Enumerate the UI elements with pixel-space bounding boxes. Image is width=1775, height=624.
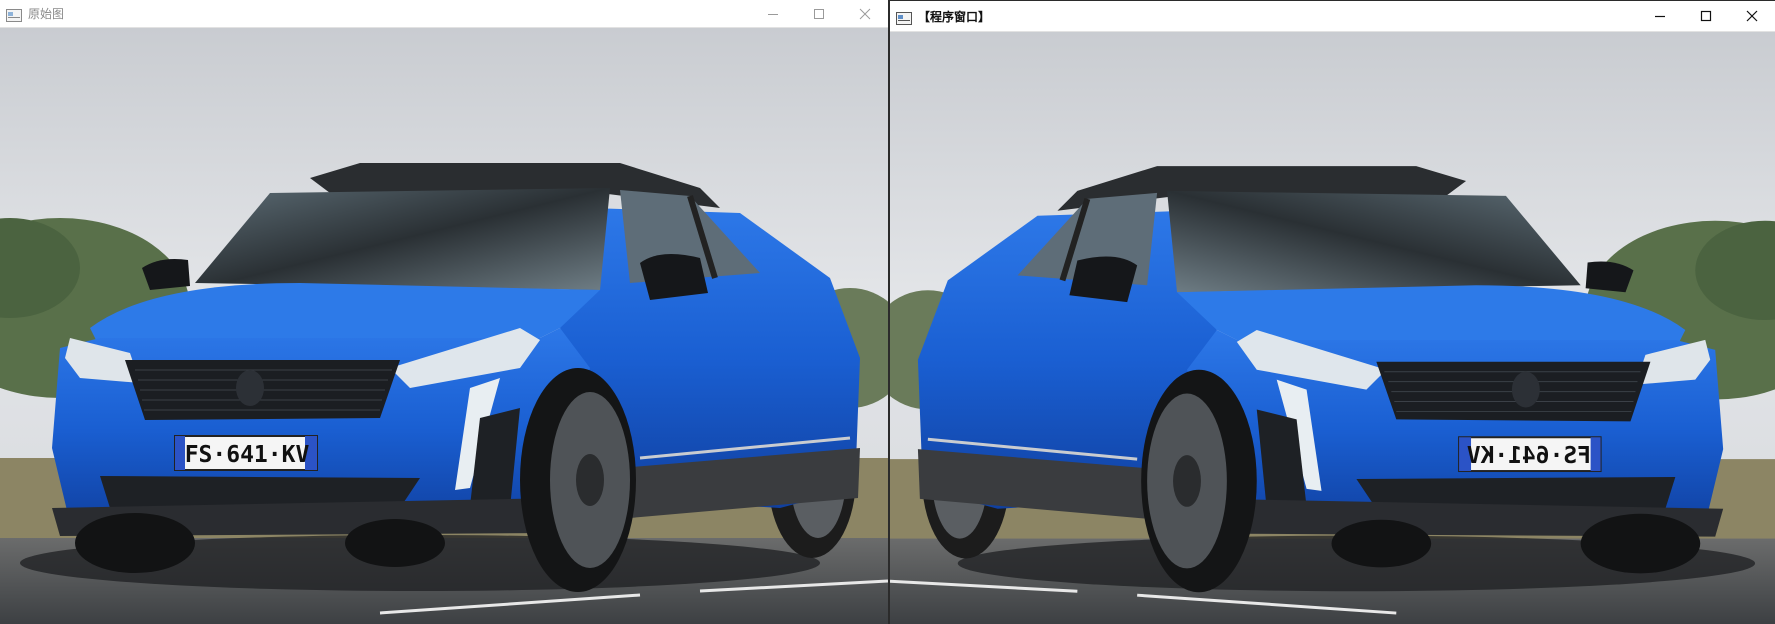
minimize-button[interactable]	[1637, 1, 1683, 31]
window-titlebar[interactable]: 原始图	[0, 0, 888, 28]
window-title: 原始图	[28, 7, 65, 21]
window-controls	[1637, 1, 1775, 31]
window-controls	[750, 0, 888, 27]
close-icon	[859, 8, 871, 19]
image-canvas: FS·641·KV	[0, 28, 888, 624]
license-plate-text-mirrored: FS·641·KV	[1467, 443, 1591, 469]
maximize-icon	[814, 8, 824, 19]
program-window: 【程序窗口】 FS·641·KV	[888, 0, 1775, 624]
minimize-icon	[1655, 15, 1665, 18]
maximize-icon	[1700, 10, 1712, 22]
car-photo: FS·641·KV	[0, 28, 888, 624]
license-plate-text: FS·641·KV	[185, 442, 310, 468]
maximize-button[interactable]	[1683, 1, 1729, 31]
original-image-window: 原始图 FS·641·KV	[0, 0, 888, 624]
minimize-icon	[768, 13, 778, 15]
window-titlebar[interactable]: 【程序窗口】	[890, 1, 1775, 32]
app-window-icon	[6, 7, 22, 22]
window-title: 【程序窗口】	[918, 9, 991, 24]
close-button[interactable]	[1729, 1, 1775, 31]
app-window-icon	[896, 10, 912, 25]
minimize-button[interactable]	[750, 0, 796, 27]
image-canvas: FS·641·KV	[890, 32, 1775, 624]
close-icon	[1746, 10, 1758, 22]
maximize-button[interactable]	[796, 0, 842, 27]
close-button[interactable]	[842, 0, 888, 27]
car-photo-mirrored: FS·641·KV	[890, 32, 1775, 624]
